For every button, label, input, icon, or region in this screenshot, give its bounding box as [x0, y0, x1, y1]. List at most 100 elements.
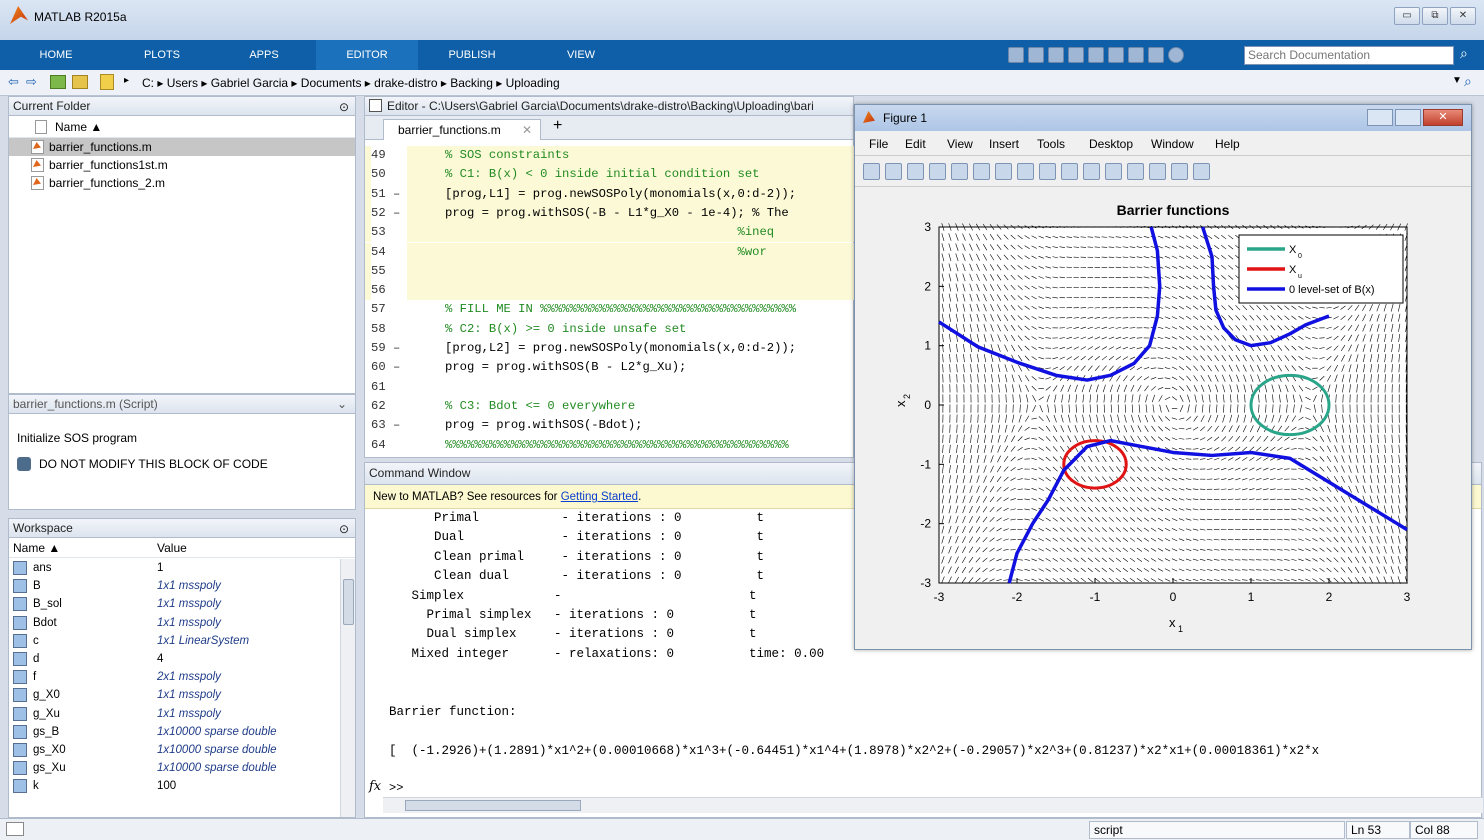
- switch-windows-icon[interactable]: [1148, 47, 1164, 63]
- brush-icon[interactable]: [1083, 163, 1100, 180]
- menu-item-window[interactable]: Window: [1151, 137, 1194, 151]
- paste-icon[interactable]: [1088, 47, 1104, 63]
- code-line[interactable]: 64%%%%%%%%%%%%%%%%%%%%%%%%%%%%%%%%%%%%%%…: [365, 435, 855, 455]
- fx-icon[interactable]: fx: [369, 779, 381, 794]
- menu-item-view[interactable]: View: [947, 137, 973, 151]
- search-icon[interactable]: ⌕: [1460, 45, 1468, 62]
- table-row[interactable]: g_Xu 1x1 msspoly: [9, 705, 339, 723]
- code-line[interactable]: 63 – prog = prog.withSOS(-Bdot);: [365, 416, 855, 436]
- code-line[interactable]: 56: [365, 281, 855, 301]
- scroll-thumb[interactable]: [343, 579, 354, 625]
- hide-tools-icon[interactable]: [1171, 163, 1188, 180]
- tab-view[interactable]: VIEW: [526, 40, 636, 70]
- tab-editor[interactable]: EDITOR: [316, 40, 418, 70]
- browse-folder-icon[interactable]: [72, 75, 88, 89]
- name-column-header[interactable]: Name ▲: [9, 116, 355, 138]
- table-row[interactable]: c 1x1 LinearSystem: [9, 632, 339, 650]
- copy-icon[interactable]: [1068, 47, 1084, 63]
- menu-item-tools[interactable]: Tools: [1037, 137, 1065, 151]
- zoom-in-icon[interactable]: [973, 163, 990, 180]
- zoom-out-icon[interactable]: [995, 163, 1012, 180]
- code-line[interactable]: 51 – [prog,L1] = prog.newSOSPoly(monomial…: [365, 184, 855, 204]
- figure-minimize-button[interactable]: [1367, 109, 1393, 126]
- search-folder-icon[interactable]: ⌕: [1464, 73, 1472, 90]
- status-icon[interactable]: [6, 822, 24, 836]
- print-icon[interactable]: [929, 163, 946, 180]
- tab-home[interactable]: HOME: [0, 40, 112, 70]
- help-icon[interactable]: [1168, 47, 1184, 63]
- workspace-scrollbar[interactable]: [340, 559, 355, 817]
- command-hscrollbar[interactable]: [383, 797, 1483, 813]
- tab-apps[interactable]: APPS: [212, 40, 316, 70]
- menu-item-desktop[interactable]: Desktop: [1089, 137, 1133, 151]
- figure-maximize-button[interactable]: [1395, 109, 1421, 126]
- new-tab-icon[interactable]: +: [553, 117, 562, 135]
- list-item[interactable]: barrier_functions_2.m: [9, 174, 355, 192]
- code-line[interactable]: 52 – prog = prog.withSOS(-B - L1*g_X0 - 1…: [365, 203, 855, 224]
- value-column[interactable]: Value: [157, 541, 187, 555]
- table-row[interactable]: g_X0 1x1 msspoly: [9, 686, 339, 704]
- chevron-down-icon[interactable]: ▼: [1452, 75, 1462, 86]
- code-line[interactable]: 49 % SOS constraints: [365, 146, 855, 166]
- tab-publish[interactable]: PUBLISH: [418, 40, 526, 70]
- up-folder-icon[interactable]: [50, 75, 66, 89]
- table-row[interactable]: ans 1: [9, 559, 339, 577]
- forward-arrow-icon[interactable]: ⇨: [26, 74, 37, 90]
- layout-icon[interactable]: [1008, 47, 1024, 63]
- code-line[interactable]: 61: [365, 377, 855, 397]
- code-line[interactable]: 57 % FILL ME IN %%%%%%%%%%%%%%%%%%%%%%%%%…: [365, 300, 855, 320]
- menu-item-insert[interactable]: Insert: [989, 137, 1019, 151]
- table-row[interactable]: f 2x1 msspoly: [9, 668, 339, 686]
- link-icon[interactable]: [1105, 163, 1122, 180]
- data-cursor-icon[interactable]: [1061, 163, 1078, 180]
- pointer-icon[interactable]: [951, 163, 968, 180]
- colorbar-icon[interactable]: [1127, 163, 1144, 180]
- scroll-thumb[interactable]: [405, 800, 581, 811]
- table-row[interactable]: Bdot 1x1 msspoly: [9, 614, 339, 632]
- breadcrumb[interactable]: C: ▸ Users ▸ Gabriel Garcia ▸ Documents …: [142, 76, 560, 90]
- undo-icon[interactable]: [1108, 47, 1124, 63]
- table-row[interactable]: gs_X0 1x10000 sparse double: [9, 741, 339, 759]
- pan-icon[interactable]: [1017, 163, 1034, 180]
- back-arrow-icon[interactable]: ⇦: [8, 74, 19, 90]
- list-item[interactable]: barrier_functions.m: [9, 138, 355, 156]
- code-line[interactable]: 50 % C1: B(x) < 0 inside initial conditio…: [365, 165, 855, 185]
- save-icon[interactable]: [1028, 47, 1044, 63]
- name-column[interactable]: Name ▲: [13, 541, 60, 555]
- open-icon[interactable]: [885, 163, 902, 180]
- panel-menu-icon[interactable]: ⊙: [339, 98, 349, 116]
- code-line[interactable]: 59 – [prog,L2] = prog.newSOSPoly(monomial…: [365, 339, 855, 359]
- table-row[interactable]: d4: [9, 650, 339, 668]
- rotate-icon[interactable]: [1039, 163, 1056, 180]
- close-button[interactable]: ✕: [1450, 7, 1476, 25]
- minimize-button[interactable]: ▭: [1394, 7, 1420, 25]
- close-tab-icon[interactable]: ✕: [522, 120, 532, 140]
- new-figure-icon[interactable]: [863, 163, 880, 180]
- save-icon[interactable]: [907, 163, 924, 180]
- restore-button[interactable]: ⧉: [1422, 7, 1448, 25]
- search-documentation-input[interactable]: Search Documentation: [1244, 46, 1454, 65]
- table-row[interactable]: gs_Xu 1x10000 sparse double: [9, 759, 339, 777]
- getting-started-link[interactable]: Getting Started: [561, 491, 638, 503]
- panel-menu-icon[interactable]: ⊙: [339, 520, 349, 538]
- code-line[interactable]: 58 % C2: B(x) >= 0 inside unsafe set: [365, 319, 855, 339]
- tab-barrier-functions[interactable]: barrier_functions.m ✕: [383, 119, 541, 140]
- figure-close-button[interactable]: ✕: [1423, 109, 1463, 126]
- tab-plots[interactable]: PLOTS: [112, 40, 212, 70]
- menu-item-edit[interactable]: Edit: [905, 137, 926, 151]
- table-row[interactable]: B_sol 1x1 msspoly: [9, 595, 339, 613]
- legend-icon[interactable]: [1149, 163, 1166, 180]
- table-row[interactable]: B 1x1 msspoly: [9, 577, 339, 595]
- show-tools-icon[interactable]: [1193, 163, 1210, 180]
- chevron-down-icon[interactable]: ⌄: [337, 395, 347, 413]
- redo-icon[interactable]: [1128, 47, 1144, 63]
- list-item[interactable]: barrier_functions1st.m: [9, 156, 355, 174]
- barrier-plot[interactable]: -3 -2 -1 0 1 2 33210-1-2-3Barrier functionsx 1x…: [855, 187, 1471, 649]
- code-line[interactable]: 53 %ineq: [365, 223, 855, 243]
- cut-icon[interactable]: [1048, 47, 1064, 63]
- code-line[interactable]: 62 % C3: Bdot <= 0 everywhere: [365, 396, 855, 417]
- table-row[interactable]: gs_B 1x10000 sparse double: [9, 723, 339, 741]
- menu-item-file[interactable]: File: [869, 137, 888, 151]
- code-line[interactable]: 55: [365, 261, 855, 282]
- table-row[interactable]: k 100: [9, 777, 339, 795]
